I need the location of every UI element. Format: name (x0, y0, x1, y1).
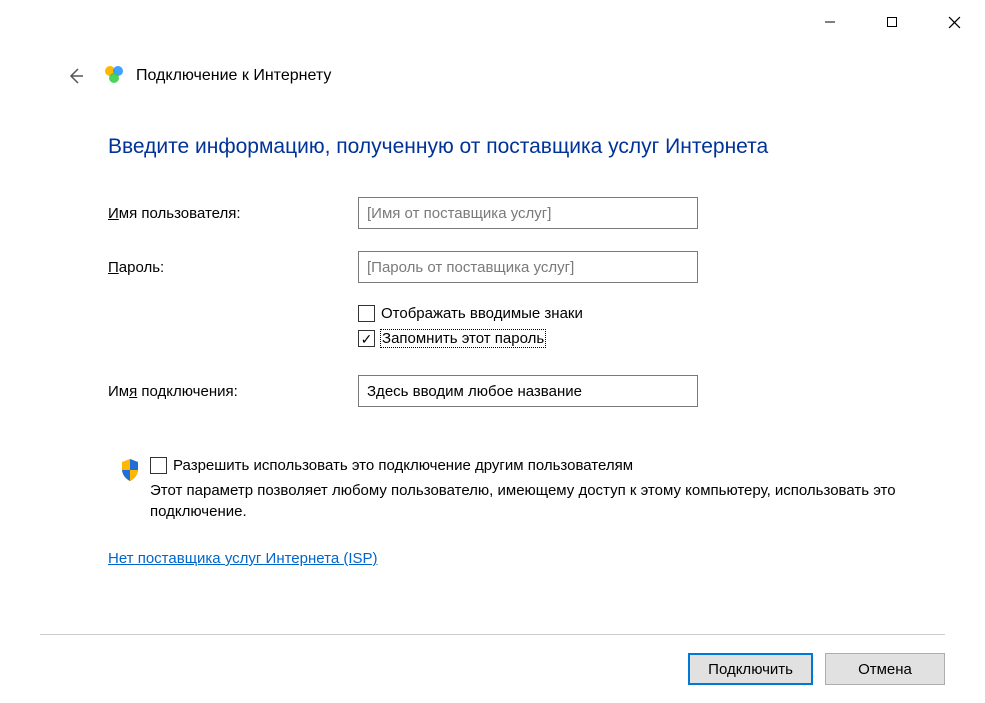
share-checkbox[interactable] (150, 457, 167, 474)
cancel-button[interactable]: Отмена (825, 653, 945, 685)
network-icon (104, 64, 124, 88)
password-label: Пароль: (108, 259, 358, 276)
remember-label: Запомнить этот пароль (381, 330, 545, 347)
show-chars-label: Отображать вводимые знаки (381, 305, 583, 322)
close-button[interactable] (923, 0, 985, 44)
minimize-button[interactable] (799, 0, 861, 44)
show-chars-checkbox[interactable] (358, 305, 375, 322)
username-input[interactable] (358, 197, 698, 229)
page-heading: Введите информацию, полученную от постав… (108, 135, 925, 159)
share-description: Этот параметр позволяет любому пользоват… (150, 480, 925, 522)
bottom-bar: Подключить Отмена (40, 634, 945, 703)
shield-icon (120, 457, 140, 486)
no-isp-link[interactable]: Нет поставщика услуг Интернета (ISP) (108, 550, 378, 567)
share-label: Разрешить использовать это подключение д… (173, 457, 633, 474)
maximize-button[interactable] (861, 0, 923, 44)
username-label: Имя пользователя: (108, 205, 358, 222)
header: Подключение к Интернету (60, 60, 331, 92)
back-button[interactable] (60, 60, 92, 92)
connection-name-label: Имя подключения: (108, 383, 358, 400)
content-area: Введите информацию, полученную от постав… (108, 135, 925, 567)
show-chars-row: Отображать вводимые знаки (358, 305, 925, 322)
window-controls (799, 0, 985, 44)
window-title: Подключение к Интернету (136, 67, 331, 85)
password-row: Пароль: (108, 251, 925, 283)
share-text-block: Разрешить использовать это подключение д… (150, 457, 925, 522)
share-section: Разрешить использовать это подключение д… (120, 457, 925, 522)
connect-button[interactable]: Подключить (688, 653, 813, 685)
remember-checkbox[interactable] (358, 330, 375, 347)
connection-name-input[interactable] (358, 375, 698, 407)
remember-row: Запомнить этот пароль (358, 330, 925, 347)
password-input[interactable] (358, 251, 698, 283)
connection-name-row: Имя подключения: (108, 375, 925, 407)
username-row: Имя пользователя: (108, 197, 925, 229)
